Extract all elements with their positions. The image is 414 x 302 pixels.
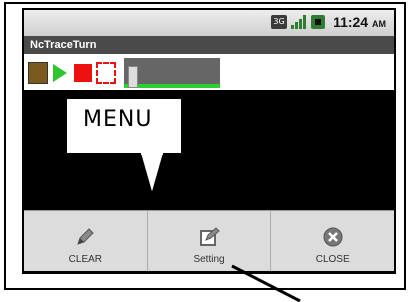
pointer-line — [231, 264, 301, 302]
